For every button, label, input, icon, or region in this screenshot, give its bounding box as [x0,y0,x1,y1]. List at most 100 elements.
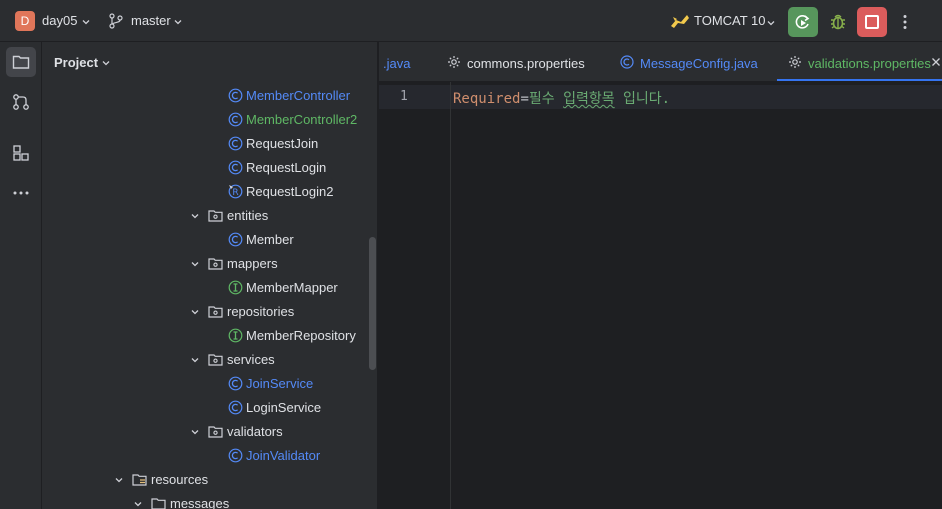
chevron-down-icon[interactable] [766,18,776,28]
tree-item-joinvalidator[interactable]: JoinValidator [42,444,377,468]
class-icon [228,400,243,415]
chevron-down-icon[interactable] [173,17,183,27]
chevron-down-icon[interactable] [190,307,200,317]
close-icon[interactable] [931,57,941,67]
tree-item-label: MemberController2 [246,112,358,127]
tree-item-memberrepository[interactable]: MemberRepository [42,324,377,348]
tab-label: validations.properties [808,56,931,71]
tree-item-membermapper[interactable]: MemberMapper [42,276,377,300]
tab-label: .java [383,56,411,71]
tree-item-requestlogin[interactable]: RequestLogin [42,156,377,180]
property-key: Required [453,91,521,107]
chevron-down-icon[interactable] [133,499,143,509]
class-icon [228,160,243,175]
class-icon [228,136,243,151]
more-tools-button[interactable] [6,178,36,208]
tree-item-mappers[interactable]: mappers [42,252,377,276]
class-icon [228,376,243,391]
code-line[interactable]: Required=필수 입력항목 입니다. [453,88,670,108]
class-icon [228,448,243,463]
tree-item-requestjoin[interactable]: RequestJoin [42,132,377,156]
editor-tab-bar: .java commons.properties MessageConfig.j… [379,42,942,82]
project-badge[interactable]: D [15,11,35,31]
gear-icon [448,56,460,68]
tree-item-membercontroller2[interactable]: MemberController2 [42,108,377,132]
property-value-typo: 입력항목 [563,91,615,107]
chevron-down-icon[interactable] [190,427,200,437]
chevron-down-icon[interactable] [190,355,200,365]
tab-validations-properties[interactable]: validations.properties [777,42,942,81]
tree-item-label: RequestLogin [246,160,327,175]
chevron-down-icon[interactable] [190,211,200,221]
structure-icon [13,145,29,161]
tree-item-joinservice[interactable]: JoinService [42,372,377,396]
tree-item-label: validators [227,424,283,439]
tool-window-strip [0,42,42,509]
resources-folder-icon [132,474,147,486]
project-panel: Project MemberController MemberController… [42,42,378,509]
run-config-name[interactable]: TOMCAT 10 [694,13,766,28]
chevron-down-icon[interactable] [81,17,91,27]
tree-item-repositories[interactable]: repositories [42,300,377,324]
more-horizontal-icon [13,191,29,195]
chevron-down-icon[interactable] [190,259,200,269]
tree-item-loginservice[interactable]: LoginService [42,396,377,420]
tree-item-label: resources [151,472,209,487]
package-icon [208,354,223,366]
tree-item-label: services [227,352,275,367]
tree-scrollbar[interactable] [369,237,376,370]
tab-label: commons.properties [467,56,585,71]
bug-icon [831,14,845,30]
tree-item-label: RequestJoin [246,136,319,151]
commit-tool-button[interactable] [6,87,36,117]
structure-tool-button[interactable] [6,138,36,168]
project-panel-title[interactable]: Project [54,55,98,70]
branch-icon[interactable] [109,13,123,29]
folder-icon [12,55,30,69]
tree-item-label: RequestLogin2 [246,184,334,199]
property-value: 입니다. [614,91,671,107]
class-icon [228,232,243,247]
tree-item-services[interactable]: services [42,348,377,372]
chevron-down-icon[interactable] [114,475,124,485]
tree-item-membercontroller[interactable]: MemberController [42,84,377,108]
package-icon [208,258,223,270]
more-vertical-icon [903,15,907,29]
svg-text:R: R [232,188,238,198]
code-editor[interactable]: 1 Required=필수 입력항목 입니다. [379,82,942,509]
tree-item-label: LoginService [246,400,322,415]
branch-name[interactable]: master [131,13,171,28]
chevron-down-icon[interactable] [101,58,111,68]
tree-item-label: MemberController [246,88,351,103]
interface-icon [228,328,243,343]
class-icon [228,112,243,127]
tree-item-member[interactable]: Member [42,228,377,252]
property-separator: = [520,91,529,107]
tree-item-label: Member [246,232,294,247]
package-icon [208,210,223,222]
tree-item-requestlogin2[interactable]: R RequestLogin2 [42,180,377,204]
tree-item-label: JoinService [246,376,314,391]
tab-commons-properties[interactable]: commons.properties [435,42,607,81]
stop-icon [865,15,879,29]
tomcat-icon [671,15,689,28]
rerun-icon [795,15,810,29]
tree-item-resources[interactable]: resources [42,468,377,492]
stop-button[interactable] [857,7,887,37]
tab-java-file[interactable]: .java [379,42,435,81]
tree-item-messages[interactable]: messages [42,492,377,509]
tab-label: MessageConfig.java [640,56,758,71]
tree-item-label: MemberRepository [246,328,356,343]
tab-messageconfig-java[interactable]: MessageConfig.java [607,42,777,81]
tree-item-validators[interactable]: validators [42,420,377,444]
tree-item-entities[interactable]: entities [42,204,377,228]
gear-icon [789,56,801,68]
rerun-button[interactable] [788,7,818,37]
debug-button[interactable] [823,7,853,37]
more-actions-button[interactable] [893,7,917,37]
project-name[interactable]: day05 [42,13,77,28]
tree-item-label: entities [227,208,269,223]
tree-item-label: JoinValidator [246,448,321,463]
project-tool-button[interactable] [6,47,36,77]
record-icon: R [228,184,243,199]
